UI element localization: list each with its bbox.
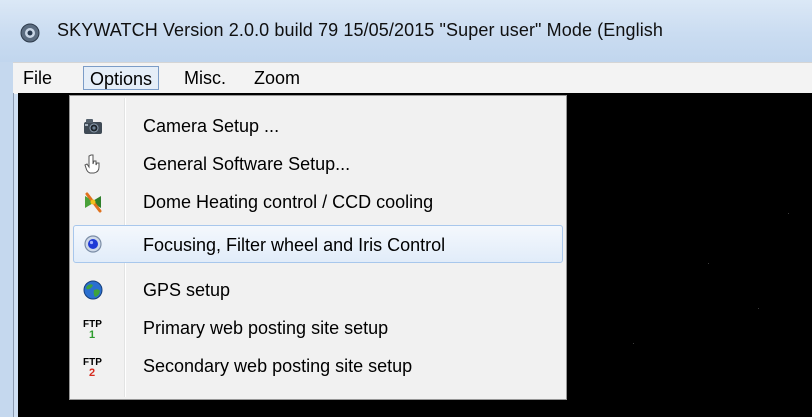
- star-dot: [788, 213, 789, 214]
- hand-pointer-icon: [81, 152, 105, 176]
- menu-item-dome-heating[interactable]: Dome Heating control / CCD cooling: [73, 183, 563, 221]
- menu-item-label: General Software Setup...: [143, 154, 351, 174]
- thermometer-fan-icon: [81, 190, 105, 214]
- title-bar[interactable]: SKYWATCH Version 2.0.0 build 79 15/05/20…: [0, 0, 812, 62]
- menu-item-gps-setup[interactable]: GPS setup: [73, 271, 563, 309]
- menu-item-label: Focusing, Filter wheel and Iris Control: [143, 235, 446, 255]
- menu-bar: File Options Misc. Zoom: [13, 62, 812, 94]
- menu-item-secondary-web-posting[interactable]: FTP 2 Secondary web posting site setup: [73, 347, 563, 385]
- window-title: SKYWATCH Version 2.0.0 build 79 15/05/20…: [57, 20, 664, 40]
- ftp-2-icon: FTP 2: [81, 354, 105, 379]
- options-dropdown-menu: Camera Setup ... General Software Setup.…: [69, 95, 567, 400]
- svg-text:2: 2: [89, 367, 95, 378]
- star-dot: [708, 263, 709, 264]
- frame-divider: [13, 93, 14, 417]
- menu-item-camera-setup[interactable]: Camera Setup ...: [73, 107, 563, 145]
- menu-misc[interactable]: Misc.: [178, 66, 232, 90]
- star-dot: [633, 343, 634, 344]
- menu-item-label: Primary web posting site setup: [143, 318, 389, 338]
- lens-icon: [81, 232, 105, 256]
- menu-item-general-software-setup[interactable]: General Software Setup...: [73, 145, 563, 183]
- menu-item-focusing-filter-iris[interactable]: Focusing, Filter wheel and Iris Control: [73, 225, 563, 263]
- menu-item-label: GPS setup: [143, 280, 231, 300]
- menu-file[interactable]: File: [17, 66, 58, 90]
- svg-text:1: 1: [89, 329, 95, 340]
- app-icon[interactable]: [20, 23, 40, 43]
- star-dot: [758, 308, 759, 309]
- globe-icon: [81, 278, 105, 302]
- menu-item-label: Secondary web posting site setup: [143, 356, 413, 376]
- app-window: SKYWATCH Version 2.0.0 build 79 15/05/20…: [0, 0, 812, 417]
- menu-zoom[interactable]: Zoom: [248, 66, 306, 90]
- camera-icon: [81, 114, 105, 138]
- menu-options[interactable]: Options: [83, 66, 160, 90]
- menu-item-primary-web-posting[interactable]: FTP 1 Primary web posting site setup: [73, 309, 563, 347]
- menu-item-label: Dome Heating control / CCD cooling: [143, 192, 434, 212]
- ftp-1-icon: FTP 1: [81, 316, 105, 341]
- menu-item-label: Camera Setup ...: [143, 116, 280, 136]
- window-frame: [0, 62, 13, 417]
